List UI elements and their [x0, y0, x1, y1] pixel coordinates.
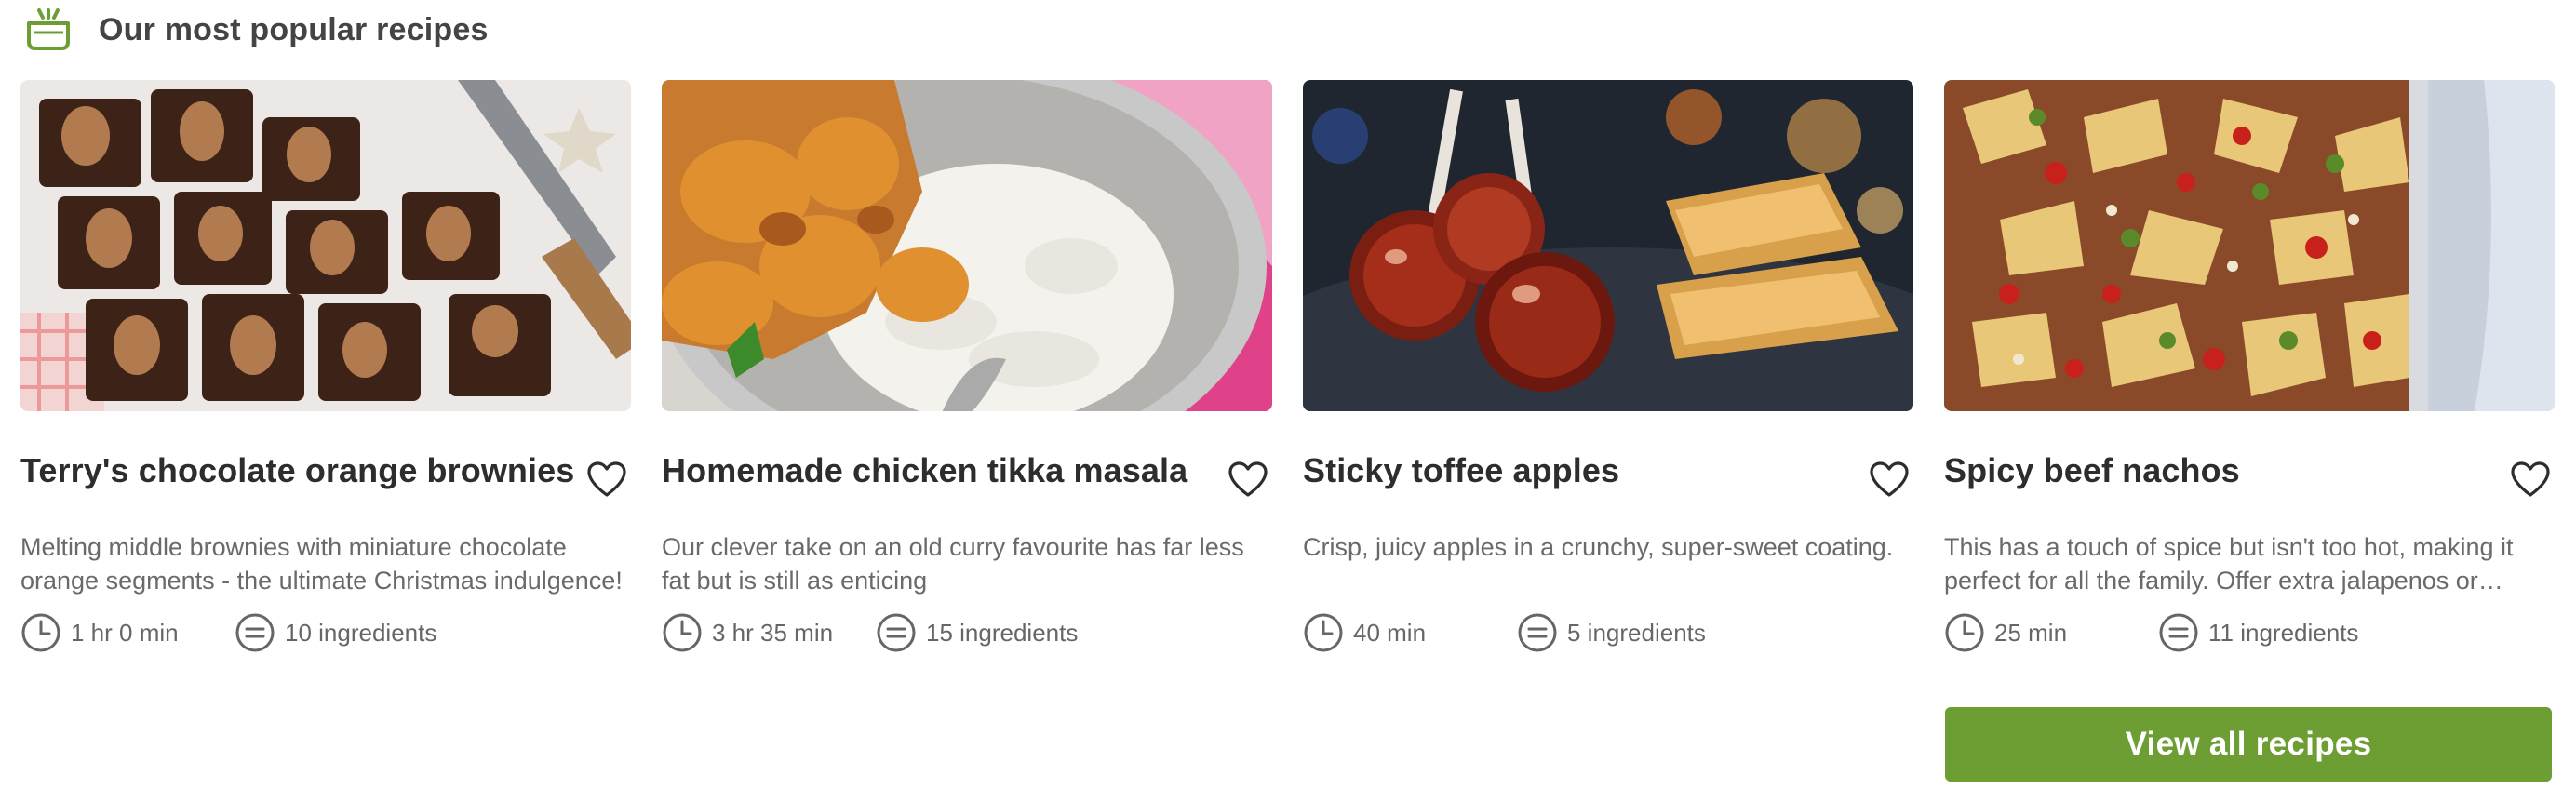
- ingredient-count-label: 11 ingredients: [2208, 618, 2359, 647]
- cook-time-label: 1 hr 0 min: [71, 618, 179, 647]
- recipe-description: Crisp, juicy apples in a crunchy, super-…: [1303, 533, 1894, 561]
- recipe-title-row: Homemade chicken tikka masala: [662, 450, 1272, 501]
- clock-icon: [663, 613, 702, 652]
- save-heart-icon[interactable]: [1228, 460, 1268, 501]
- cooking-pot-icon: [26, 8, 71, 51]
- ingredient-count: 11 ingredients: [2158, 612, 2358, 653]
- list-icon: [235, 613, 275, 652]
- list-icon: [2159, 613, 2198, 652]
- recipe-image[interactable]: [1944, 80, 2555, 411]
- recipe-card[interactable]: Terry's chocolate orange brownies Meltin…: [20, 80, 631, 675]
- save-heart-icon[interactable]: [586, 460, 627, 501]
- cook-time: 25 min: [1944, 612, 2158, 653]
- recipe-card[interactable]: Spicy beef nachos This has a touch of sp…: [1944, 80, 2555, 675]
- save-heart-icon[interactable]: [2510, 460, 2551, 501]
- recipe-image[interactable]: [1303, 80, 1913, 411]
- clock-icon: [21, 613, 60, 652]
- clock-icon: [1945, 613, 1984, 652]
- recipe-meta: 25 min 11 ingredients: [1944, 612, 2358, 653]
- ingredient-count: 15 ingredients: [876, 612, 1078, 653]
- recipe-title-row: Sticky toffee apples: [1303, 450, 1913, 501]
- clock-icon: [1304, 613, 1343, 652]
- ingredient-count: 10 ingredients: [235, 612, 436, 653]
- recipe-image[interactable]: [662, 80, 1272, 411]
- cook-time-label: 25 min: [1994, 618, 2068, 647]
- view-all-recipes-button[interactable]: View all recipes: [1945, 707, 2552, 782]
- cook-time: 3 hr 35 min: [662, 612, 876, 653]
- recipe-title[interactable]: Spicy beef nachos: [1944, 450, 2240, 490]
- recipe-card-list: Terry's chocolate orange brownies Meltin…: [20, 80, 2556, 675]
- recipe-title[interactable]: Terry's chocolate orange brownies: [20, 450, 574, 490]
- recipe-image[interactable]: [20, 80, 631, 411]
- list-icon: [1518, 613, 1557, 652]
- save-heart-icon[interactable]: [1869, 460, 1910, 501]
- ingredient-count-label: 5 ingredients: [1567, 618, 1706, 647]
- list-icon: [877, 613, 916, 652]
- recipe-meta: 3 hr 35 min 15 ingredients: [662, 612, 1078, 653]
- recipe-description: This has a touch of spice but isn't too …: [1944, 533, 2514, 595]
- recipe-meta: 1 hr 0 min 10 ingredients: [20, 612, 436, 653]
- ingredient-count: 5 ingredients: [1517, 612, 1706, 653]
- recipe-description: Our clever take on an old curry favourit…: [662, 533, 1244, 595]
- recipe-meta: 40 min 5 ingredients: [1303, 612, 1706, 653]
- section-title: Our most popular recipes: [99, 11, 489, 47]
- recipe-title[interactable]: Homemade chicken tikka masala: [662, 450, 1187, 490]
- recipe-card[interactable]: Sticky toffee apples Crisp, juicy apples…: [1303, 80, 1913, 675]
- recipe-title[interactable]: Sticky toffee apples: [1303, 450, 1619, 490]
- recipe-description: Melting middle brownies with miniature c…: [20, 533, 623, 595]
- ingredient-count-label: 10 ingredients: [285, 618, 437, 647]
- cook-time-label: 40 min: [1353, 618, 1427, 647]
- recipe-title-row: Spicy beef nachos: [1944, 450, 2555, 501]
- ingredient-count-label: 15 ingredients: [926, 618, 1079, 647]
- recipe-title-row: Terry's chocolate orange brownies: [20, 450, 631, 501]
- recipe-card[interactable]: Homemade chicken tikka masala Our clever…: [662, 80, 1272, 675]
- cook-time: 1 hr 0 min: [20, 612, 235, 653]
- cook-time-label: 3 hr 35 min: [712, 618, 834, 647]
- section-header: Our most popular recipes: [26, 6, 489, 54]
- cook-time: 40 min: [1303, 612, 1517, 653]
